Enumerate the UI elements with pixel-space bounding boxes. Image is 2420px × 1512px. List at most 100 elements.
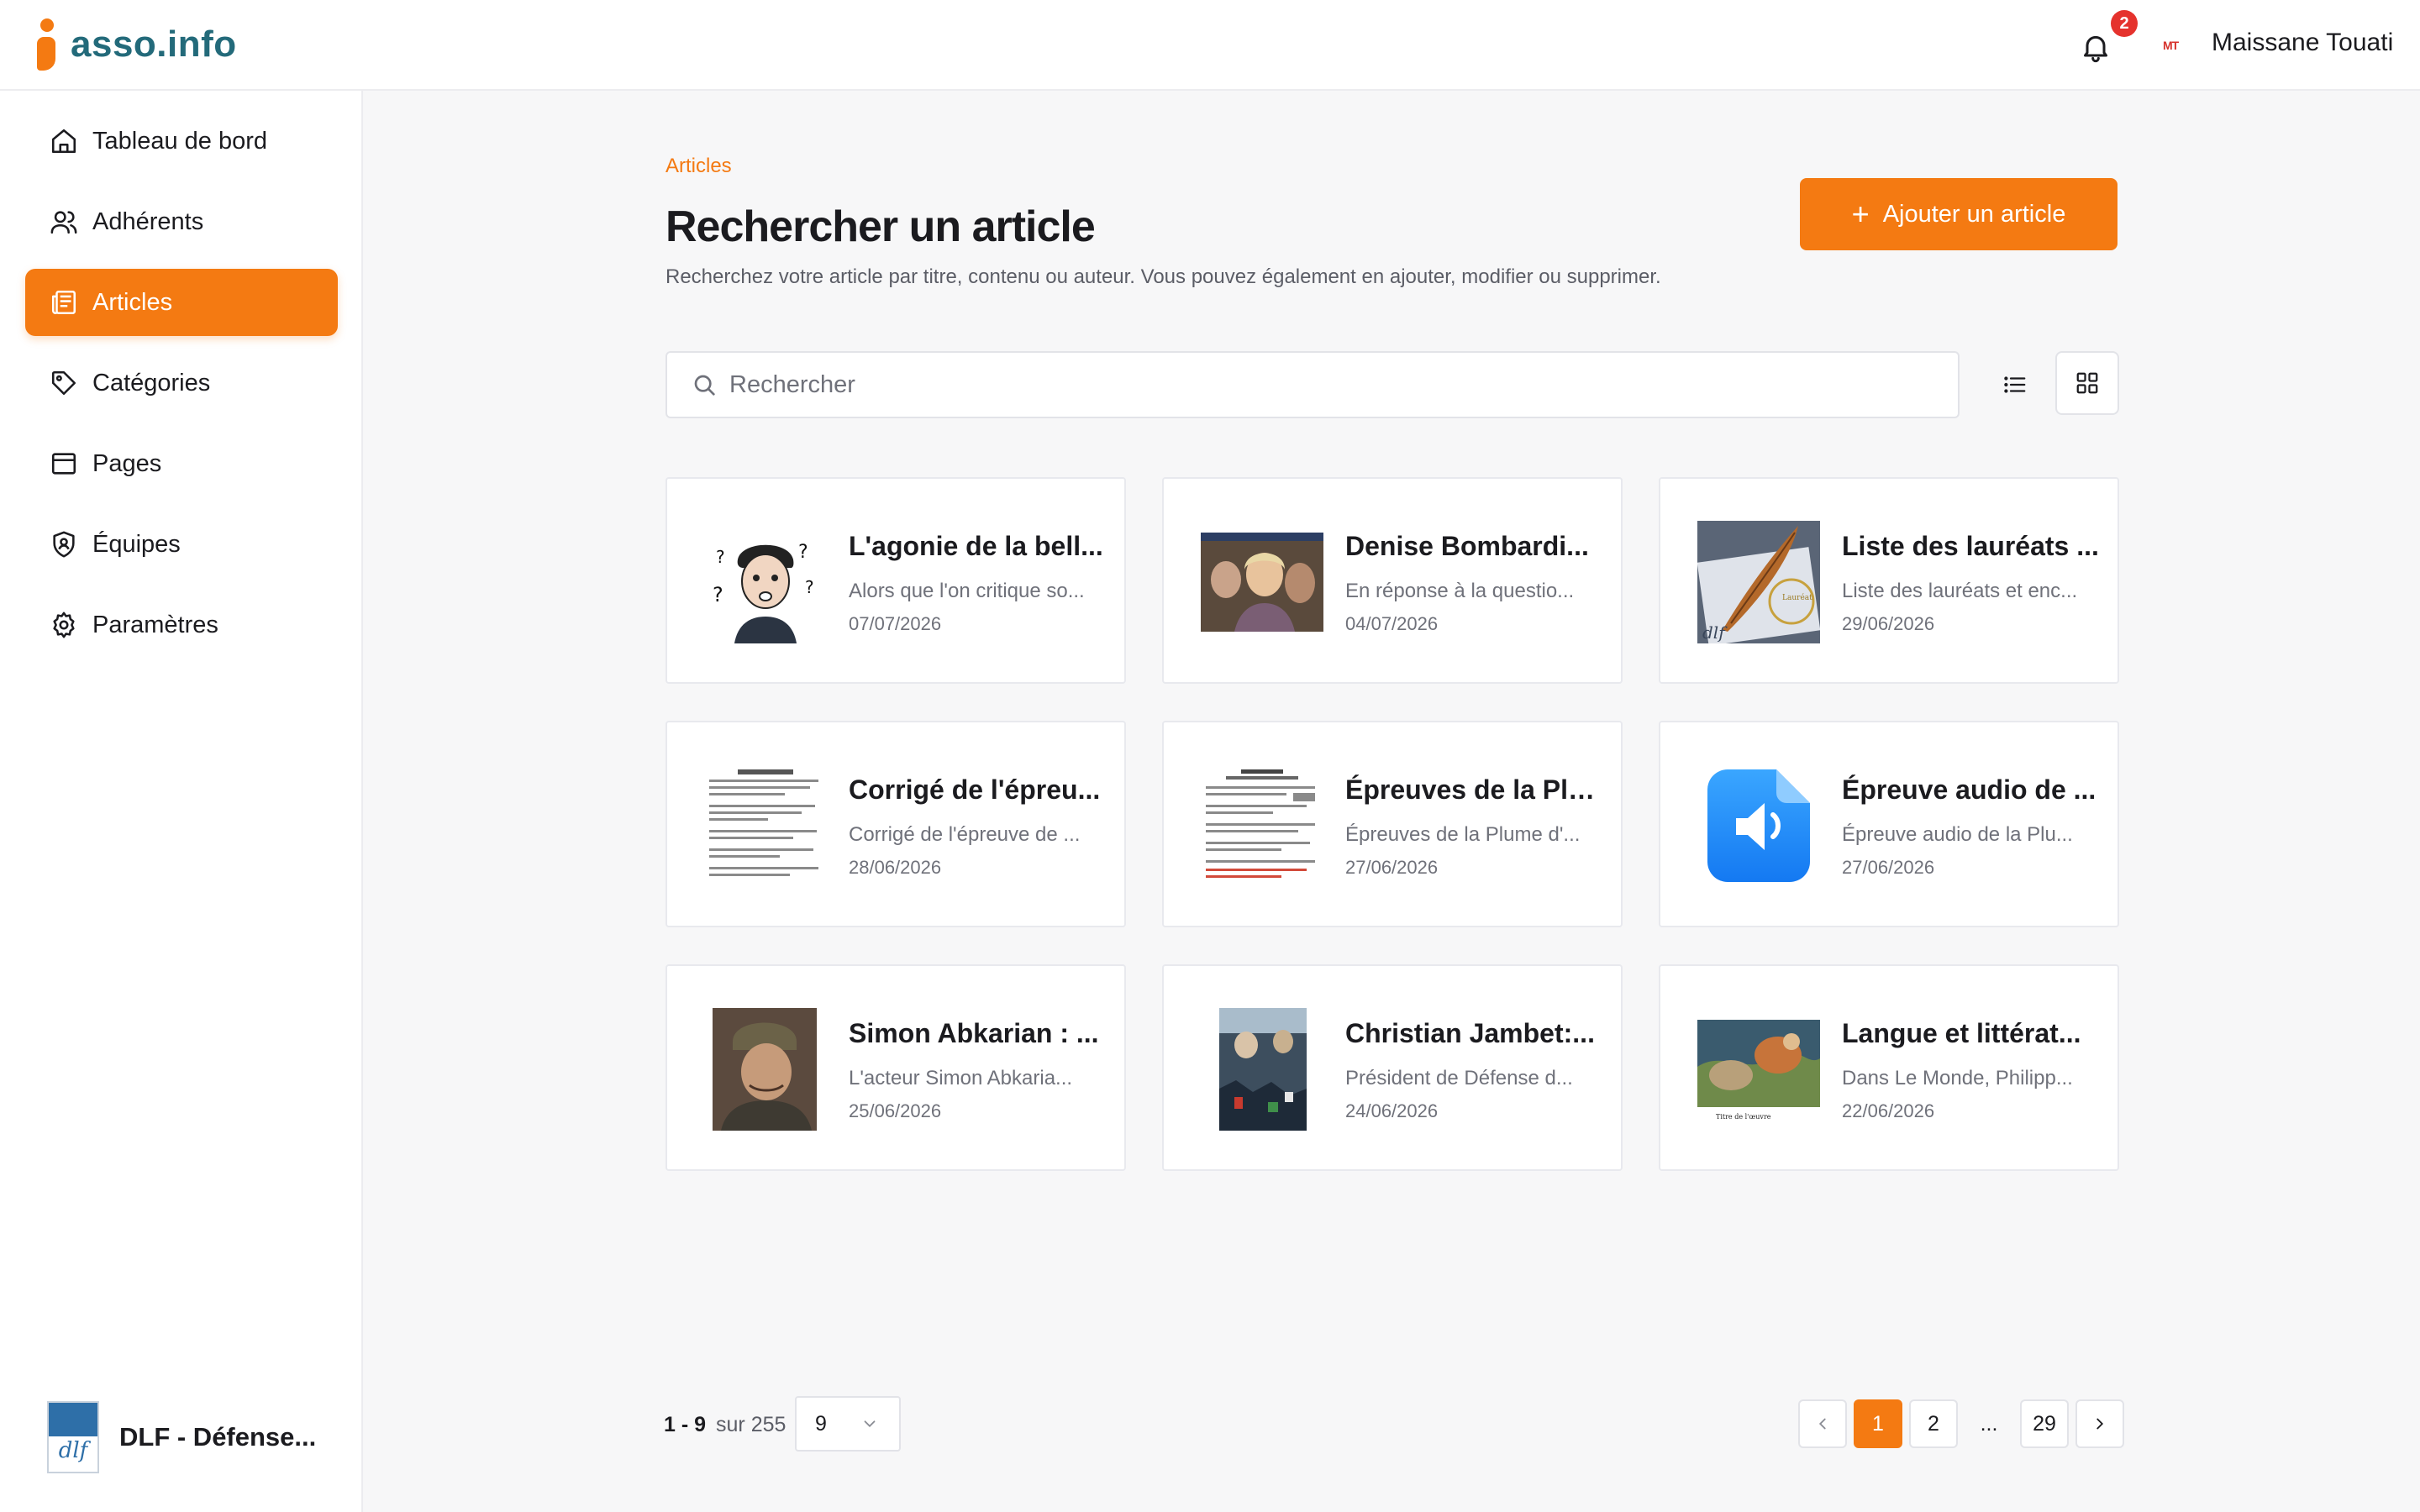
organization-switcher[interactable]: dlf DLF - Défense... [47, 1401, 316, 1473]
page-title: Rechercher un article [666, 202, 1096, 251]
article-date: 29/06/2026 [1842, 613, 1935, 634]
list-view-toggle[interactable] [1981, 351, 2049, 418]
page-button-2[interactable]: 2 [1909, 1399, 1958, 1448]
chevron-right-icon [2096, 1418, 2104, 1430]
page-description: Recherchez votre article par titre, cont… [666, 265, 1661, 288]
grid-view-toggle[interactable] [2055, 351, 2119, 415]
sidebar-item-label: Paramètres [92, 611, 218, 638]
article-excerpt: Dans Le Monde, Philipp... [1842, 1067, 2073, 1089]
users-icon [49, 207, 79, 237]
document-thumbnail [1201, 764, 1323, 887]
search-input[interactable] [729, 370, 1906, 399]
article-card[interactable]: Simon Abkarian : ... L'acteur Simon Abka… [666, 964, 1126, 1171]
article-excerpt: Corrigé de l'épreuve de ... [849, 823, 1081, 846]
sidebar: Tableau de bord Adhérents Articles Catég… [0, 91, 363, 1512]
newspaper-icon [49, 287, 79, 318]
sidebar-item-label: Pages [92, 449, 162, 477]
article-excerpt: En réponse à la questio... [1345, 580, 1575, 602]
photo-thumbnail [1201, 521, 1323, 643]
article-title: Christian Jambet:... [1345, 1018, 1595, 1048]
pagination: 1 2 ... 29 [1798, 1399, 2131, 1448]
article-date: 04/07/2026 [1345, 613, 1439, 634]
logo-text: asso.info [71, 24, 237, 65]
article-date: 27/06/2026 [1842, 857, 1935, 878]
article-date: 27/06/2026 [1345, 857, 1439, 878]
article-excerpt: Président de Défense d... [1345, 1067, 1573, 1089]
svg-text:Lauréat: Lauréat [1782, 593, 1812, 602]
article-title: Épreuve audio de ... [1842, 774, 2096, 805]
page-icon [49, 449, 79, 479]
sidebar-item-parametres[interactable]: Paramètres [25, 591, 338, 659]
prev-page-button[interactable] [1798, 1399, 1847, 1448]
app-logo[interactable]: asso.info [34, 17, 237, 72]
bell-icon[interactable] [2079, 30, 2112, 64]
page-ellipsis: ... [1980, 1411, 1998, 1436]
article-title: Langue et littérat... [1842, 1018, 2081, 1048]
article-title: Denise Bombardi... [1345, 531, 1589, 561]
article-card[interactable]: Épreuves de la Plu... Épreuves de la Plu… [1162, 721, 1623, 927]
article-title: Épreuves de la Plu... [1345, 774, 1606, 805]
painting-thumbnail: Titre de l'œuvre [1697, 1008, 1820, 1131]
article-excerpt: Alors que l'on critique so... [849, 580, 1085, 602]
sidebar-nav: Tableau de bord Adhérents Articles Catég… [25, 108, 338, 672]
top-header: asso.info 2 MT Maissane Touati [0, 0, 2420, 91]
svg-text:?: ? [798, 542, 808, 563]
svg-text:?: ? [716, 547, 725, 567]
logo-mark-icon [34, 18, 59, 71]
sidebar-item-tableau-de-bord[interactable]: Tableau de bord [25, 108, 338, 175]
article-card[interactable]: Lauréat dlf Liste des lauréats ... Liste… [1659, 477, 2119, 684]
next-page-button[interactable] [2075, 1399, 2124, 1448]
add-article-label: Ajouter un article [1882, 200, 2066, 228]
article-date: 22/06/2026 [1842, 1100, 1935, 1121]
chevron-down-icon [860, 1415, 879, 1433]
range-total: sur 255 [716, 1413, 786, 1436]
grid-icon [2076, 372, 2098, 394]
shield-icon [49, 529, 79, 559]
article-card[interactable]: Titre de l'œuvre Langue et littérat... D… [1659, 964, 2119, 1171]
article-title: Simon Abkarian : ... [849, 1018, 1099, 1048]
article-date: 24/06/2026 [1345, 1100, 1439, 1121]
article-card[interactable]: Corrigé de l'épreu... Corrigé de l'épreu… [666, 721, 1126, 927]
tag-icon [49, 368, 79, 398]
quill-thumbnail: Lauréat dlf [1697, 521, 1820, 643]
org-logo: dlf [47, 1401, 99, 1473]
per-page-value: 9 [815, 1411, 827, 1436]
user-name[interactable]: Maissane Touati [2212, 29, 2393, 57]
svg-text:Titre de l'œuvre: Titre de l'œuvre [1716, 1113, 1771, 1121]
per-page-select[interactable]: 9 [795, 1396, 901, 1452]
plus-icon: + [1851, 197, 1870, 231]
notification-badge: 2 [2111, 10, 2138, 37]
sidebar-item-categories[interactable]: Catégories [25, 349, 338, 417]
sidebar-item-pages[interactable]: Pages [25, 430, 338, 497]
article-card[interactable]: ? ? ? ? L'agonie de la bell... Alors que… [666, 477, 1126, 684]
list-icon [2004, 376, 2026, 393]
cartoon-face-thumbnail: ? ? ? ? [704, 521, 827, 643]
search-bar [666, 351, 1960, 418]
svg-text:dlf: dlf [1702, 622, 1728, 643]
home-icon [49, 126, 79, 156]
sidebar-item-equipes[interactable]: Équipes [25, 511, 338, 578]
sidebar-item-label: Articles [92, 288, 173, 316]
article-excerpt: L'acteur Simon Abkaria... [849, 1067, 1073, 1089]
article-title: L'agonie de la bell... [849, 531, 1103, 561]
article-card[interactable]: Épreuve audio de ... Épreuve audio de la… [1659, 721, 2119, 927]
article-card[interactable]: Christian Jambet:... Président de Défens… [1162, 964, 1623, 1171]
photo-thumbnail [704, 1008, 827, 1131]
page-button-1[interactable]: 1 [1854, 1399, 1902, 1448]
article-excerpt: Épreuve audio de la Plu... [1842, 823, 2073, 846]
article-excerpt: Liste des lauréats et enc... [1842, 580, 2078, 602]
poster-thumbnail [1201, 1008, 1323, 1131]
audio-file-icon [1697, 764, 1820, 887]
sidebar-item-adherents[interactable]: Adhérents [25, 188, 338, 255]
article-card[interactable]: Denise Bombardi... En réponse à la quest… [1162, 477, 1623, 684]
document-thumbnail [704, 764, 827, 887]
add-article-button[interactable]: + Ajouter un article [1800, 178, 2118, 250]
sidebar-item-label: Équipes [92, 530, 181, 558]
user-avatar[interactable]: MT [2163, 35, 2196, 55]
sidebar-item-label: Catégories [92, 369, 211, 396]
breadcrumb[interactable]: Articles [666, 155, 732, 178]
chevron-left-icon [1818, 1418, 1826, 1430]
sidebar-item-label: Adhérents [92, 207, 204, 235]
page-button-29[interactable]: 29 [2020, 1399, 2069, 1448]
sidebar-item-articles[interactable]: Articles [25, 269, 338, 336]
